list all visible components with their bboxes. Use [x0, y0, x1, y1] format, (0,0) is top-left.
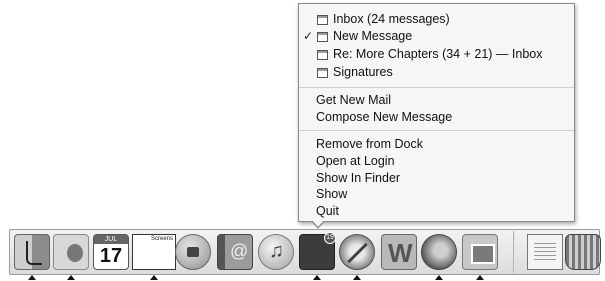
menu-item-compose-new-message[interactable]: Compose New Message: [299, 109, 574, 126]
menu-item-label: Show: [316, 187, 348, 201]
menu-item-get-new-mail[interactable]: Get New Mail: [299, 92, 574, 109]
menu-item-label: Remove from Dock: [316, 137, 423, 151]
running-indicator: [435, 275, 443, 280]
address-book-icon[interactable]: [217, 234, 253, 270]
finder-icon[interactable]: [14, 234, 50, 270]
checkmark-icon: ✓: [303, 29, 314, 43]
safari-icon[interactable]: [339, 234, 375, 270]
menu-item-label: Signatures: [333, 65, 393, 79]
window-icon: [317, 15, 328, 25]
firefox-icon[interactable]: [421, 234, 457, 270]
menu-item-label: Open at Login: [316, 154, 395, 168]
window-icon: [317, 32, 328, 42]
apple-icon[interactable]: [53, 234, 89, 270]
menu-item-label: Inbox (24 messages): [333, 12, 450, 26]
dock-context-menu: Inbox (24 messages) ✓ New Message Re: Mo…: [298, 3, 575, 222]
ical-month: JUL: [94, 235, 128, 244]
menu-item-label: New Message: [333, 29, 413, 43]
menu-item-quit[interactable]: Quit: [299, 203, 574, 220]
menu-item-label: Re: More Chapters (34 + 21) — Inbox: [333, 47, 543, 61]
mail-icon[interactable]: 19: [299, 232, 336, 270]
menu-item-label: Get New Mail: [316, 93, 392, 107]
ichat-icon[interactable]: [175, 234, 211, 270]
menu-item-show[interactable]: Show: [299, 186, 574, 203]
mail-badge: 19: [324, 232, 336, 244]
menu-item-window-signatures[interactable]: Signatures: [299, 64, 574, 81]
word-icon[interactable]: [381, 234, 417, 270]
menu-item-label: Quit: [316, 204, 339, 218]
document-icon[interactable]: [527, 234, 563, 270]
menu-item-open-at-login[interactable]: Open at Login: [299, 153, 574, 170]
menu-separator: [299, 87, 574, 88]
window-icon: [317, 68, 328, 78]
iphoto-icon[interactable]: [462, 234, 498, 270]
screenshot-app-icon[interactable]: Screens: [132, 234, 176, 270]
running-indicator: [150, 275, 158, 280]
menu-item-window-inbox[interactable]: Inbox (24 messages): [299, 11, 574, 28]
menu-item-remove-from-dock[interactable]: Remove from Dock: [299, 136, 574, 153]
running-indicator: [313, 275, 321, 280]
menu-item-show-in-finder[interactable]: Show In Finder: [299, 170, 574, 187]
trash-icon[interactable]: [565, 234, 601, 270]
ical-day: 17: [99, 245, 123, 267]
menu-item-window-reply[interactable]: Re: More Chapters (34 + 21) — Inbox: [299, 46, 574, 63]
running-indicator: [353, 275, 361, 280]
menu-item-window-new-message[interactable]: ✓ New Message: [299, 28, 574, 45]
running-indicator: [67, 275, 75, 280]
menu-separator: [299, 130, 574, 131]
menu-item-label: Compose New Message: [316, 110, 453, 124]
menu-item-label: Show In Finder: [316, 171, 401, 185]
ical-icon[interactable]: JUL 17: [93, 234, 129, 270]
running-indicator: [28, 275, 36, 280]
menu-pointer-fill: [312, 220, 324, 227]
window-icon: [317, 50, 328, 60]
running-indicator: [476, 275, 484, 280]
itunes-icon[interactable]: [258, 234, 294, 270]
screen-label: Screens: [150, 236, 173, 242]
dock-divider: [513, 231, 515, 273]
